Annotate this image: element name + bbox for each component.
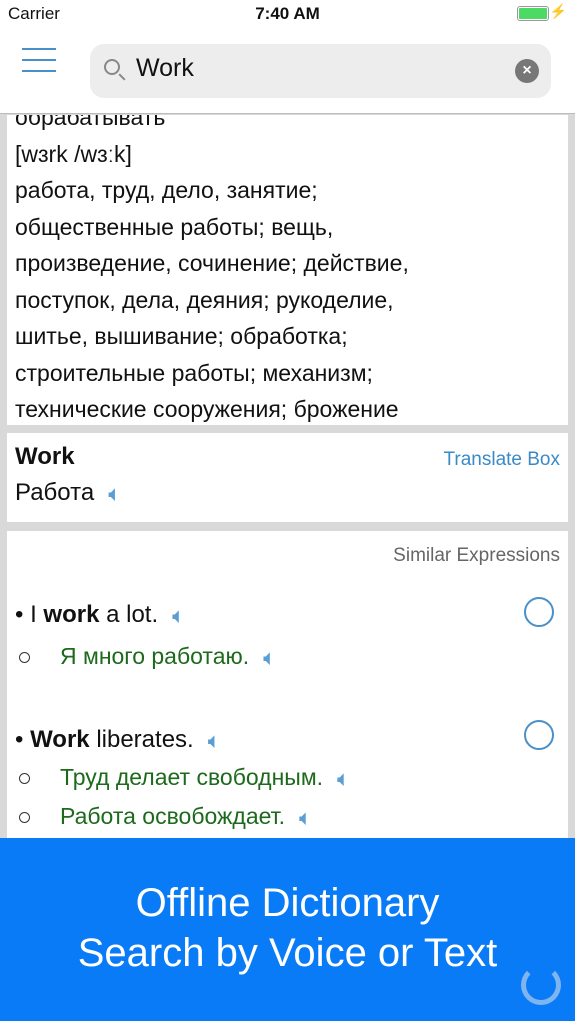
definition-line: шитье, вышивание; обработка; [15,323,348,349]
battery-icon [517,6,549,21]
transcription: [wɜrk /wɜːk] [15,140,132,167]
definition-line: поступок, дела, деяния; рукоделие, [15,286,394,313]
definition-line: обрабатывать [15,115,166,130]
search-input[interactable] [136,54,496,83]
hamburger-icon[interactable] [22,48,56,81]
example-sentence: • Work liberates. 🔈︎ [15,726,221,754]
definition-line: произведение, сочинение; действие, [15,250,409,276]
definition-line: технические сооружения; брожение [15,396,399,422]
definition-line: общественные работы; вещь, [15,213,334,240]
definition-line: работа, труд, дело, занятие; [15,177,318,203]
charging-icon: ⚡ [549,3,567,19]
clear-icon[interactable]: × [515,59,539,83]
example-translation: Труд делает свободным. 🔈︎ [19,764,350,792]
status-bar: Carrier 7:40 AM ⚡ [0,0,575,28]
promo-banner: Offline Dictionary Search by Voice or Te… [0,838,575,1021]
speaker-icon[interactable]: 🔈︎ [208,728,221,754]
definition-line: строительные работы; механизм; [15,359,373,386]
speaker-icon[interactable]: 🔈︎ [263,645,276,671]
definition-card: обрабатывать [wɜrk /wɜːk] работа, труд, … [7,115,568,425]
speaker-icon[interactable]: 🔈︎ [337,766,350,792]
example-translation: Работа освобождает. 🔈︎ [19,803,312,831]
banner-line-2: Search by Voice or Text [77,931,498,975]
similar-expressions-card: Similar Expressions • I work a lot. 🔈︎ Я … [7,531,568,838]
translate-box-link[interactable]: Translate Box [443,449,560,471]
nav-bar: × [0,28,575,114]
speaker-icon[interactable]: 🔈︎ [172,603,185,629]
translation: Работа [15,479,95,506]
clock: 7:40 AM [255,4,320,23]
example-sentence: • I work a lot. 🔈︎ [15,601,186,629]
search-icon [104,59,120,75]
speaker-icon[interactable]: 🔈︎ [299,805,312,831]
select-radio[interactable] [524,597,554,627]
banner-line-1: Offline Dictionary [135,881,440,925]
similar-expressions-header: Similar Expressions [393,545,560,566]
select-radio[interactable] [524,720,554,750]
speaker-icon[interactable]: 🔈︎ [108,481,121,507]
example-translation: Я много работаю. 🔈︎ [19,643,276,671]
search-bar: × [90,44,551,98]
watermark-logo [521,965,561,1005]
translate-card: Work Работа 🔈︎ Translate Box [7,433,568,522]
